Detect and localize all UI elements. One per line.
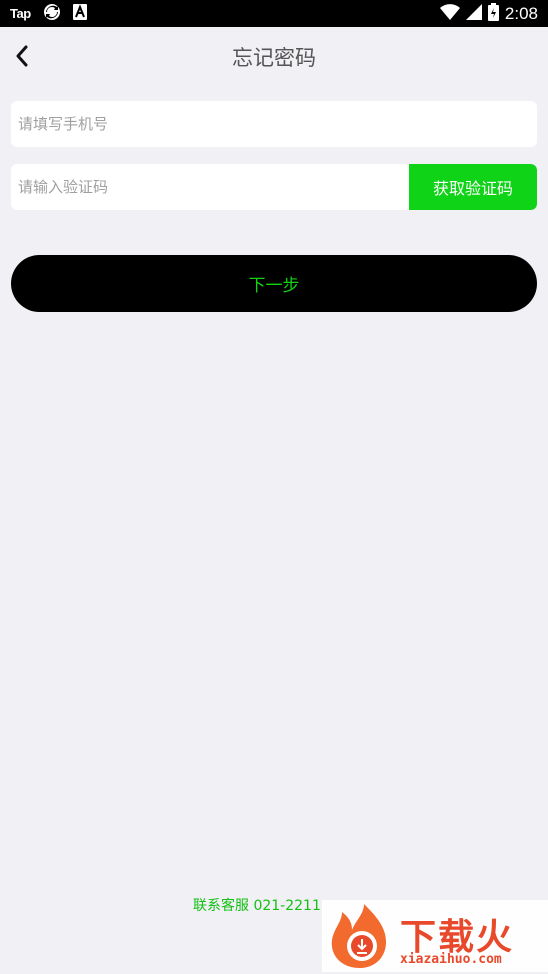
next-step-button[interactable]: 下一步 <box>11 255 537 312</box>
contact-support-link[interactable]: 联系客服 021-2211 <box>193 895 321 915</box>
watermark: 下载火 xiazaihuo.com <box>322 900 548 972</box>
signal-icon <box>465 3 482 24</box>
sync-icon <box>43 3 61 25</box>
code-field: 获取验证码 <box>11 164 537 210</box>
phone-field <box>11 101 537 147</box>
status-bar: Tap 2:08 <box>0 0 548 27</box>
page-header: 忘记密码 <box>0 27 548 87</box>
verification-code-input[interactable] <box>11 164 409 210</box>
clock: 2:08 <box>504 3 538 23</box>
back-button[interactable] <box>10 43 34 69</box>
battery-icon <box>487 2 499 25</box>
watermark-url: xiazaihuo.com <box>400 952 502 967</box>
flame-logo-icon <box>326 902 398 974</box>
page-title: 忘记密码 <box>232 46 316 70</box>
wifi-icon <box>439 3 460 24</box>
get-code-button[interactable]: 获取验证码 <box>409 164 537 210</box>
notification-a-icon <box>72 3 87 24</box>
phone-input[interactable] <box>11 101 537 147</box>
tap-app-label: Tap <box>10 6 31 21</box>
chevron-left-icon <box>16 45 28 67</box>
